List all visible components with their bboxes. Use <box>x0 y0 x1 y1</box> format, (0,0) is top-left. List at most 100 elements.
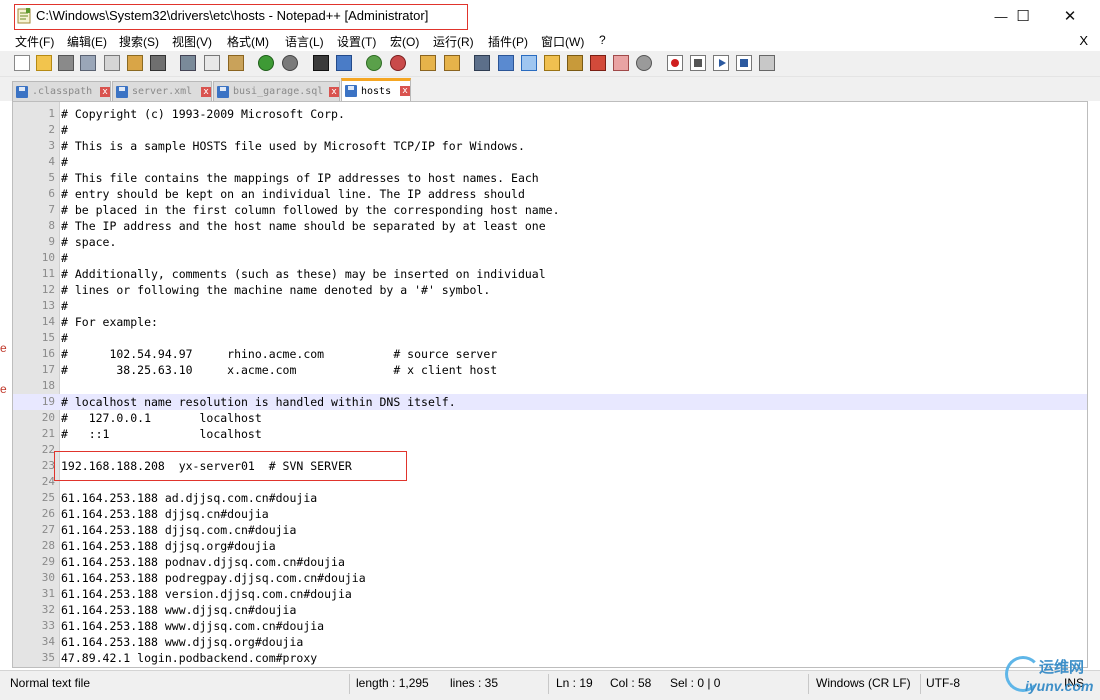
code-line[interactable]: 19 # localhost name resolution is handled… <box>13 394 1087 410</box>
line-text: # space. <box>61 235 117 249</box>
copy-icon[interactable] <box>204 55 220 71</box>
menu-edit[interactable]: 编辑(E) <box>67 33 107 50</box>
save-icon[interactable] <box>58 55 74 71</box>
line-text: 61.164.253.188 www.djjsq.org#doujia <box>61 635 304 649</box>
code-line[interactable]: 3 # This is a sample HOSTS file used by M… <box>13 138 1087 154</box>
menu-macro[interactable]: 宏(O) <box>390 33 419 50</box>
line-number: 27 <box>41 523 55 536</box>
code-line[interactable]: 1 # Copyright (c) 1993-2009 Microsoft Cor… <box>13 106 1087 122</box>
code-line[interactable]: 5 # This file contains the mappings of IP… <box>13 170 1087 186</box>
replace-icon[interactable] <box>336 55 352 71</box>
svn-entry-highlight-box <box>54 451 407 481</box>
code-line[interactable]: 29 61.164.253.188 podnav.djjsq.com.cn#dou… <box>13 554 1087 570</box>
code-line[interactable]: 17 # 38.25.63.10 x.acme.com # x client ho… <box>13 362 1087 378</box>
code-line[interactable]: 26 61.164.253.188 djjsq.cn#doujia <box>13 506 1087 522</box>
code-line[interactable]: 35 47.89.42.1 login.podbackend.com#proxy <box>13 650 1087 666</box>
close-all-icon[interactable] <box>127 55 143 71</box>
code-line[interactable]: 14 # For example: <box>13 314 1087 330</box>
code-line[interactable]: 20 # 127.0.0.1 localhost <box>13 410 1087 426</box>
code-line[interactable]: 12 # lines or following the machine name … <box>13 282 1087 298</box>
show-all-chars-icon[interactable] <box>498 55 514 71</box>
cut-icon[interactable] <box>180 55 196 71</box>
menu-search[interactable]: 搜索(S) <box>119 33 159 50</box>
tab-close-icon[interactable]: x <box>201 86 211 97</box>
zoom-out-icon[interactable] <box>390 55 406 71</box>
tab-close-icon[interactable]: x <box>400 86 410 96</box>
code-line[interactable]: 28 61.164.253.188 djjsq.org#doujia <box>13 538 1087 554</box>
menu-format[interactable]: 格式(M) <box>227 33 269 50</box>
indent-guide-icon[interactable] <box>521 55 537 71</box>
code-line[interactable]: 31 61.164.253.188 version.djjsq.com.cn#do… <box>13 586 1087 602</box>
tab-label: hosts <box>361 85 392 97</box>
redo-icon[interactable] <box>282 55 298 71</box>
code-line[interactable]: 10 # <box>13 250 1087 266</box>
code-line[interactable]: 7 # be placed in the first column followe… <box>13 202 1087 218</box>
close-document-button[interactable]: X <box>1079 33 1088 48</box>
code-line[interactable]: 13 # <box>13 298 1087 314</box>
line-number: 28 <box>41 539 55 552</box>
menu-run[interactable]: 运行(R) <box>433 33 474 50</box>
code-line[interactable]: 2 # <box>13 122 1087 138</box>
paste-icon[interactable] <box>228 55 244 71</box>
menu-help[interactable]: ? <box>599 33 606 47</box>
new-file-icon[interactable] <box>14 55 30 71</box>
code-line[interactable]: 8 # The IP address and the host name shou… <box>13 218 1087 234</box>
find-icon[interactable] <box>313 55 329 71</box>
tab-close-icon[interactable]: x <box>100 86 110 97</box>
menu-view[interactable]: 视图(V) <box>172 33 212 50</box>
play-macro-icon[interactable] <box>713 55 729 71</box>
line-text: 61.164.253.188 podregpay.djjsq.com.cn#do… <box>61 571 366 585</box>
code-line[interactable]: 27 61.164.253.188 djjsq.com.cn#doujia <box>13 522 1087 538</box>
tab-bar: .classpath x server.xml x busi_garage.sq… <box>0 77 1100 101</box>
tab-close-icon[interactable]: x <box>329 86 339 97</box>
code-line[interactable]: 33 61.164.253.188 www.djjsq.com.cn#doujia <box>13 618 1087 634</box>
menu-settings[interactable]: 设置(T) <box>337 33 376 50</box>
code-line[interactable]: 30 61.164.253.188 podregpay.djjsq.com.cn#… <box>13 570 1087 586</box>
function-list-icon[interactable] <box>590 55 606 71</box>
maximize-icon: ☐ <box>1016 8 1030 25</box>
menu-file[interactable]: 文件(F) <box>15 33 54 50</box>
code-line[interactable]: 32 61.164.253.188 www.djjsq.cn#doujia <box>13 602 1087 618</box>
status-sel: Sel : 0 | 0 <box>670 676 721 690</box>
open-file-icon[interactable] <box>36 55 52 71</box>
sync-horizontal-icon[interactable] <box>444 55 460 71</box>
code-line[interactable]: 18 <box>13 378 1087 394</box>
folder-workspace-icon[interactable] <box>613 55 629 71</box>
code-line[interactable]: 34 61.164.253.188 www.djjsq.org#doujia <box>13 634 1087 650</box>
stop-macro-icon[interactable] <box>690 55 706 71</box>
save-all-icon[interactable] <box>80 55 96 71</box>
menu-window[interactable]: 窗口(W) <box>541 33 584 50</box>
code-line[interactable]: 15 # <box>13 330 1087 346</box>
sync-vertical-icon[interactable] <box>420 55 436 71</box>
run-macro-multiple-icon[interactable] <box>736 55 752 71</box>
code-line[interactable]: 11 # Additionally, comments (such as thes… <box>13 266 1087 282</box>
menu-plugins[interactable]: 插件(P) <box>488 33 528 50</box>
code-line[interactable]: 21 # ::1 localhost <box>13 426 1087 442</box>
code-line[interactable]: 4 # <box>13 154 1087 170</box>
menu-bar: 文件(F) 编辑(E) 搜索(S) 视图(V) 格式(M) 语言(L) 设置(T… <box>0 32 1100 51</box>
zoom-in-icon[interactable] <box>366 55 382 71</box>
tab-hosts[interactable]: hosts x <box>341 78 411 101</box>
tab-classpath[interactable]: .classpath x <box>12 81 111 101</box>
line-text: # ::1 localhost <box>61 427 262 441</box>
print-icon[interactable] <box>150 55 166 71</box>
lang-icon[interactable] <box>544 55 560 71</box>
tab-busi-garage-sql[interactable]: busi_garage.sql x <box>213 81 340 101</box>
close-file-icon[interactable] <box>104 55 120 71</box>
close-window-button[interactable]: ✕ <box>1047 0 1093 32</box>
record-macro-icon[interactable] <box>667 55 683 71</box>
code-line[interactable]: 16 # 102.54.94.97 rhino.acme.com # source… <box>13 346 1087 362</box>
code-line[interactable]: 9 # space. <box>13 234 1087 250</box>
undo-icon[interactable] <box>258 55 274 71</box>
doc-map-icon[interactable] <box>567 55 583 71</box>
text-editor[interactable]: 1 # Copyright (c) 1993-2009 Microsoft Cor… <box>12 101 1088 668</box>
tab-server-xml[interactable]: server.xml x <box>112 81 212 101</box>
code-line[interactable]: 25 61.164.253.188 ad.djjsq.com.cn#doujia <box>13 490 1087 506</box>
line-number: 23 <box>41 459 55 472</box>
menu-language[interactable]: 语言(L) <box>285 33 324 50</box>
code-line[interactable]: 6 # entry should be kept on an individual… <box>13 186 1087 202</box>
maximize-button[interactable]: ☐ <box>1000 0 1046 32</box>
save-macro-icon[interactable] <box>759 55 775 71</box>
word-wrap-icon[interactable] <box>474 55 490 71</box>
monitoring-icon[interactable] <box>636 55 652 71</box>
